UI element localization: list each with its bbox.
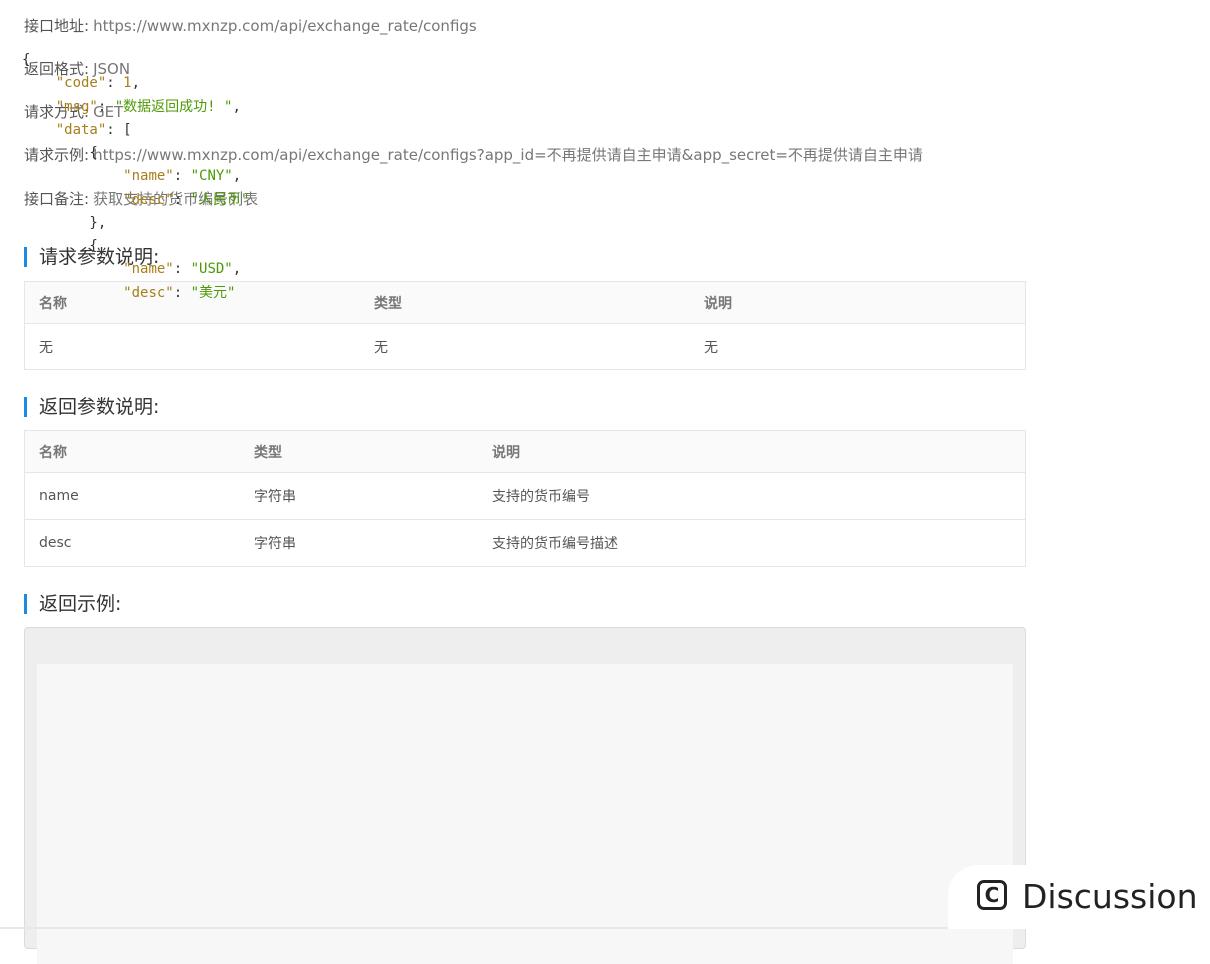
table-cell: 无 <box>360 323 690 370</box>
table-header: 说明 <box>690 281 1026 324</box>
table-header: 名称 <box>24 430 240 473</box>
response-params-title: 返回参数说明: <box>24 397 159 417</box>
table-header: 类型 <box>240 430 478 473</box>
info-label: 接口地址: <box>24 17 90 35</box>
table-row: name 字符串 支持的货币编号 <box>24 472 1026 520</box>
table-cell: 无 <box>690 323 1026 370</box>
info-row-url: 接口地址: https://www.mxnzp.com/api/exchange_… <box>24 16 477 36</box>
info-value[interactable]: https://www.mxnzp.com/api/exchange_rate/… <box>93 17 477 35</box>
table-header: 说明 <box>478 430 1026 473</box>
json-example-code: { "code": 1, "msg": "数据返回成功! ", "data": … <box>22 52 250 301</box>
discussion-button[interactable]: C Discussion <box>948 865 1210 929</box>
table-cell: 字符串 <box>240 472 478 520</box>
table-header-row: 名称 类型 说明 <box>24 430 1026 473</box>
table-cell: 字符串 <box>240 519 478 567</box>
table-row: desc 字符串 支持的货币编号描述 <box>24 519 1026 567</box>
table-row: 无 无 无 <box>24 323 1026 370</box>
table-cell: 支持的货币编号 <box>478 472 1026 520</box>
table-cell: desc <box>24 519 240 567</box>
table-cell: 支持的货币编号描述 <box>478 519 1026 567</box>
response-example-title: 返回示例: <box>24 594 121 614</box>
code-inner <box>37 664 1013 964</box>
response-params-table: 名称 类型 说明 name 字符串 支持的货币编号 desc 字符串 支持的货币… <box>24 430 1026 567</box>
code-block <box>24 627 1026 964</box>
discussion-icon: C <box>977 880 1007 910</box>
table-cell: name <box>24 472 240 520</box>
discussion-label: Discussion <box>1022 877 1198 916</box>
table-cell: 无 <box>24 323 360 370</box>
table-header: 类型 <box>360 281 690 324</box>
